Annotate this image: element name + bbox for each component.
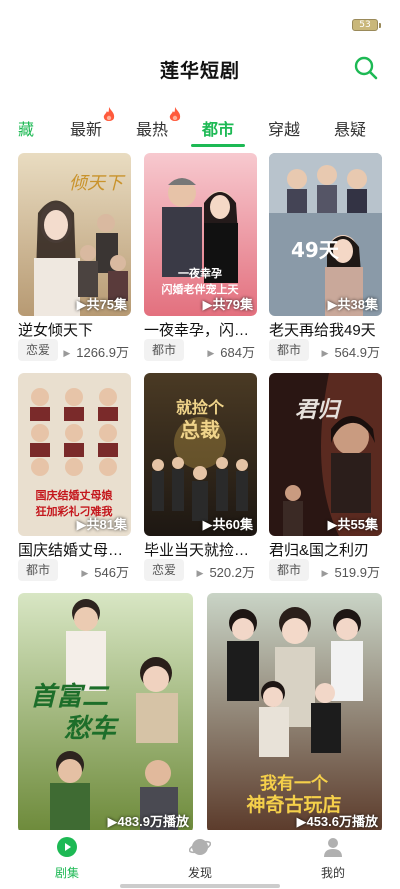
episode-count: ▶共55集 xyxy=(327,517,378,532)
drama-card[interactable]: 49天 ▶共38集 老天再给我49天 都市 564.9万 xyxy=(269,153,382,363)
svg-text:愁车: 愁车 xyxy=(64,714,120,744)
tab-label: 最新 xyxy=(70,122,103,139)
play-count: 519.9万 xyxy=(322,562,380,581)
poster-image: 一夜幸孕 闪婚老伴宠上天 ▶共79集 xyxy=(144,153,257,316)
poster-image: 49天 ▶共38集 xyxy=(269,153,382,316)
nav-episodes[interactable]: 剧集 xyxy=(37,836,97,881)
svg-text:我有一个: 我有一个 xyxy=(260,773,329,794)
home-indicator xyxy=(120,884,280,888)
poster-image: 国庆结婚丈母娘 狂加彩礼刁难我 ▶共81集 xyxy=(18,373,131,536)
drama-title: 逆女倾天下 xyxy=(18,322,94,339)
drama-title: 老天再给我49天 xyxy=(269,322,376,339)
tab-favorites[interactable]: 藏 xyxy=(18,116,34,140)
poster-image: 首富二 愁车 ▶483.9万播放 xyxy=(18,593,193,833)
nav-discover[interactable]: 发现 xyxy=(170,836,230,881)
drama-card-large[interactable]: 我有一个 神奇古玩店 ▶453.6万播放 xyxy=(207,593,382,833)
drama-title: 国庆结婚丈母… xyxy=(18,542,124,559)
nav-label: 发现 xyxy=(187,866,212,880)
battery-icon: 53 xyxy=(352,19,381,31)
play-count: 520.2万 xyxy=(197,562,255,581)
tab-label: 最热 xyxy=(136,122,169,139)
genre-tag: 都市 xyxy=(144,339,185,361)
genre-tag: 都市 xyxy=(18,559,59,581)
poster-image: 倾天下 ▶共75集 xyxy=(18,153,131,316)
nav-profile[interactable]: 我的 xyxy=(303,836,363,881)
play-count-badge: ▶453.6万播放 xyxy=(296,814,378,829)
poster-title-text: 倾天下 xyxy=(69,173,126,194)
search-button[interactable] xyxy=(352,54,380,82)
genre-tag: 都市 xyxy=(269,339,310,361)
drama-title: 毕业当天就捡… xyxy=(144,542,250,559)
status-bar: 53 xyxy=(0,0,400,40)
nav-label: 我的 xyxy=(320,866,345,880)
genre-tag: 恋爱 xyxy=(18,339,59,361)
svg-text:总裁: 总裁 xyxy=(180,418,220,442)
bottom-navigation: 剧集 发现 我的 xyxy=(0,830,400,889)
tab-hottest[interactable]: 最热 xyxy=(136,107,181,140)
drama-card[interactable]: 就捡个 总裁 ▶共60集 毕业当天就捡… 恋爱 520.2万 xyxy=(144,373,257,583)
tab-suspense[interactable]: 悬疑 xyxy=(334,116,366,140)
episode-count: ▶共60集 xyxy=(202,517,253,532)
app-title: 莲华短剧 xyxy=(159,61,240,82)
drama-title: 一夜幸孕，闪… xyxy=(144,322,250,339)
episode-count: ▶共79集 xyxy=(202,297,253,312)
app-header: 莲华短剧 xyxy=(0,50,400,86)
play-count: 684万 xyxy=(207,342,255,361)
play-count: 564.9万 xyxy=(322,342,380,361)
drama-card-large[interactable]: 首富二 愁车 ▶483.9万播放 xyxy=(18,593,193,833)
fire-icon xyxy=(169,107,181,121)
play-count: 1266.9万 xyxy=(63,342,129,361)
nav-label: 剧集 xyxy=(54,866,79,880)
episode-count: ▶共75集 xyxy=(76,297,127,312)
poster-image: 就捡个 总裁 ▶共60集 xyxy=(144,373,257,536)
genre-tag: 恋爱 xyxy=(144,559,185,581)
play-count-badge: ▶483.9万播放 xyxy=(107,814,189,829)
episode-count: ▶共38集 xyxy=(327,297,378,312)
drama-title: 君归&国之利刃 xyxy=(269,542,370,559)
planet-icon xyxy=(189,839,211,855)
poster-image: 我有一个 神奇古玩店 ▶453.6万播放 xyxy=(207,593,382,833)
play-circle-icon xyxy=(57,837,77,857)
genre-tag: 都市 xyxy=(269,559,310,581)
tab-newest[interactable]: 最新 xyxy=(70,107,115,140)
drama-card[interactable]: 君归 ▶共55集 君归&国之利刃 都市 519.9万 xyxy=(269,373,382,583)
poster-title-text: 君归 xyxy=(295,397,342,423)
search-icon xyxy=(354,56,378,80)
svg-text:一夜幸孕: 一夜幸孕 xyxy=(178,266,222,280)
play-count: 546万 xyxy=(81,562,129,581)
svg-text:国庆结婚丈母娘: 国庆结婚丈母娘 xyxy=(36,488,113,502)
fire-icon xyxy=(103,107,115,121)
svg-text:49天: 49天 xyxy=(291,238,340,262)
tab-time-travel[interactable]: 穿越 xyxy=(268,116,300,140)
tab-urban[interactable]: 都市 xyxy=(202,116,234,140)
category-tabs: 藏 最新 最热 都市 穿越 悬疑 xyxy=(0,107,400,148)
active-tab-indicator xyxy=(191,144,245,147)
drama-card[interactable]: 一夜幸孕 闪婚老伴宠上天 ▶共79集 一夜幸孕，闪… 都市 684万 xyxy=(144,153,257,363)
svg-text:首富二: 首富二 xyxy=(30,682,110,712)
poster-image: 君归 ▶共55集 xyxy=(269,373,382,536)
svg-text:就捡个: 就捡个 xyxy=(176,398,225,417)
episode-count: ▶共81集 xyxy=(76,517,127,532)
drama-card[interactable]: 倾天下 ▶共75集 逆女倾天下 恋爱 1266.9万 xyxy=(18,153,131,363)
user-icon xyxy=(324,838,342,857)
drama-card[interactable]: 国庆结婚丈母娘 狂加彩礼刁难我 ▶共81集 国庆结婚丈母… 都市 546万 xyxy=(18,373,131,583)
